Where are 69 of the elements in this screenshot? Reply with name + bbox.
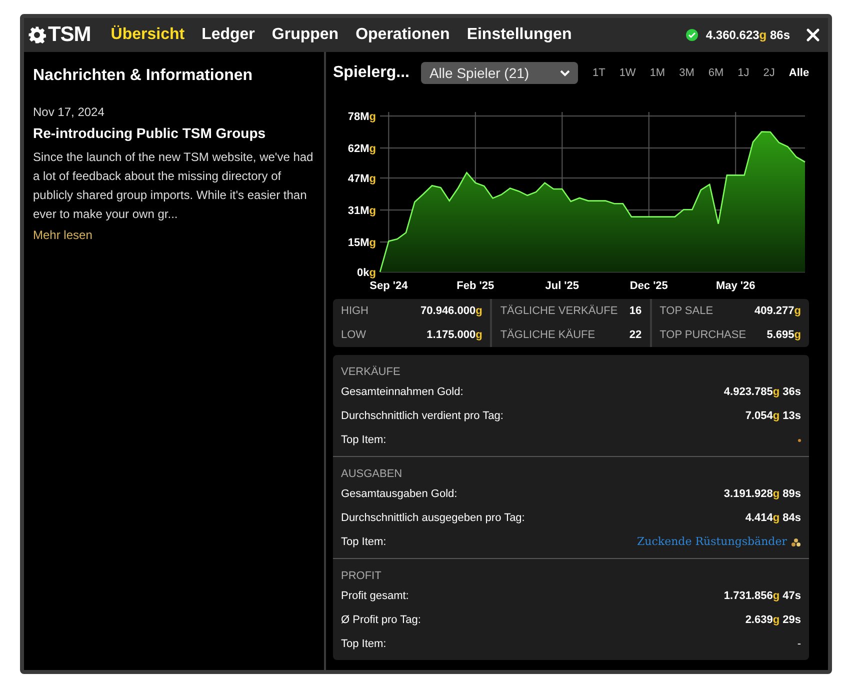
range-tab[interactable]: Alle (788, 64, 810, 82)
stat-value: 70.946.000g (420, 304, 482, 319)
row-value: 1.731.856g 47s (724, 588, 801, 604)
y-tick-label: 78Mg (348, 111, 376, 123)
x-tick-label: Sep '24 (370, 280, 408, 292)
stat-value: 16 (629, 304, 642, 319)
x-tick-label: Feb '25 (456, 280, 494, 292)
row-value: 4.414g 84s (745, 510, 801, 526)
row-label: Durchschnittlich ausgegeben pro Tag: (341, 510, 525, 526)
row-value: 4.923.785g 36s (724, 384, 801, 400)
row-label: Top Item: (341, 432, 386, 448)
stat-value: 409.277g (754, 304, 801, 319)
row-value: 7.054g 13s (745, 408, 801, 424)
stat-label: TÄGLICHE KÄUFE (500, 328, 596, 343)
section-title: AUSGABEN (341, 467, 404, 482)
y-tick-label: 0kg (357, 267, 376, 279)
nav-tab[interactable]: Einstellungen (466, 23, 572, 47)
stat-label: HIGH (341, 304, 368, 319)
row-label: Durchschnittlich verdient pro Tag: (341, 408, 504, 424)
chevron-down-icon (560, 70, 570, 76)
ore-icon (791, 538, 801, 546)
stat-label: TOP PURCHASE (660, 328, 746, 343)
panel-title: Spielerg... (333, 63, 410, 83)
nav-tab[interactable]: Ledger (202, 23, 255, 47)
stat-label: TOP SALE (660, 304, 714, 319)
nav-tab[interactable]: Übersicht (110, 23, 185, 47)
y-tick-label: 31Mg (348, 205, 376, 217)
stat-value: 5.695g (766, 328, 801, 343)
section-title: PROFIT (341, 569, 382, 584)
row-value: 2.639g 29s (745, 612, 801, 628)
range-tab[interactable]: 1M (650, 64, 666, 82)
row-label: Profit gesamt: (341, 588, 409, 604)
row-label: Top Item: (341, 534, 386, 550)
x-tick-label: Dec '25 (630, 280, 668, 292)
gear-icon (28, 26, 46, 44)
range-tab[interactable]: 3M (679, 64, 694, 82)
stat-label: TÄGLICHE VERKÄUFE (500, 304, 618, 319)
read-more-link[interactable]: Mehr lesen (33, 226, 315, 244)
panel-title: Nachrichten & Informationen (33, 66, 254, 86)
stat-value: 1.175.000g (426, 328, 482, 343)
row-value: - (797, 636, 801, 652)
range-tab[interactable]: 6M (708, 64, 724, 82)
row-value: 3.191.928g 89s (724, 486, 801, 502)
x-tick-label: May '26 (716, 280, 756, 292)
range-tab[interactable]: 1T (592, 64, 606, 82)
news-date: Nov 17, 2024 (33, 104, 106, 121)
x-tick-label: Jul '25 (545, 280, 580, 292)
close-icon[interactable] (806, 28, 820, 42)
y-tick-label: 62Mg (348, 143, 376, 155)
range-tab[interactable]: 1W (619, 64, 636, 82)
item-link[interactable]: Zuckende Rüstungsbänder (637, 534, 787, 550)
y-tick-label: 15Mg (348, 237, 376, 249)
row-label: Ø Profit pro Tag: (341, 612, 421, 628)
nav-tab[interactable]: Gruppen (272, 23, 339, 47)
section-title: VERKÄUFE (341, 364, 402, 380)
currency-balance: 4.360.623g 86s (706, 27, 790, 44)
news-headline: Re-introducing Public TSM Groups (33, 124, 267, 143)
logo-text: TSM (48, 22, 91, 48)
row-label: Gesamtausgaben Gold: (341, 486, 458, 502)
row-label: Gesamteinnahmen Gold: (341, 384, 464, 400)
range-tab[interactable]: 2J (763, 64, 775, 82)
stat-value: 22 (629, 328, 642, 343)
stat-label: LOW (341, 328, 366, 343)
nav-tab[interactable]: Operationen (356, 23, 450, 47)
range-tab[interactable]: 1J (738, 64, 750, 82)
y-tick-label: 47Mg (348, 173, 376, 185)
player-dropdown[interactable]: Alle Spieler (21) (421, 62, 578, 84)
row-label: Top Item: (341, 636, 386, 652)
news-body: Since the launch of the new TSM website, we've had a lot of feedback about the missing directory of publicly shared group imports. While it's easier than ever to make your own gr... (33, 149, 314, 223)
